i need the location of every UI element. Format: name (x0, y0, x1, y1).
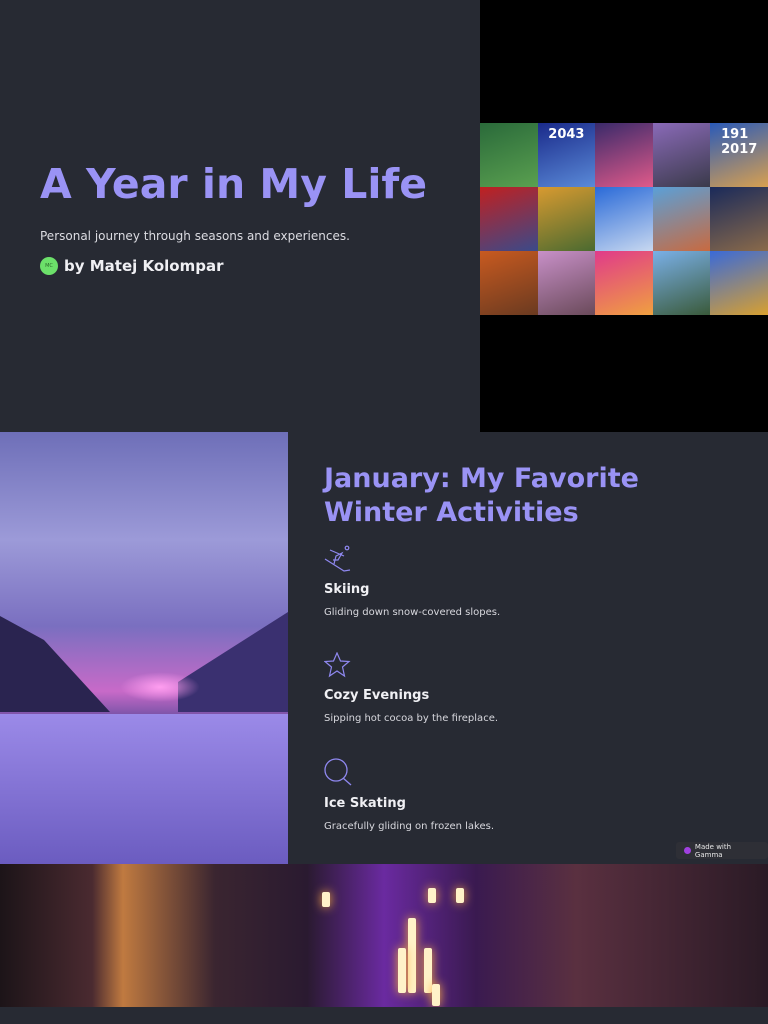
author: MC by Matej Kolompar (40, 257, 224, 275)
activity-title: Ice Skating (324, 796, 406, 811)
collage-photo (652, 251, 711, 315)
activity-title: Cozy Evenings (324, 688, 430, 703)
collage-photo (537, 187, 596, 251)
gamma-logo-icon (684, 847, 691, 854)
star-icon (324, 652, 351, 678)
activity-skiing: Skiing Gliding down snow-covered slopes. (324, 544, 500, 618)
collage-photo (595, 251, 653, 315)
made-with-gamma-badge[interactable]: Made with Gamma (676, 842, 768, 859)
collage-photo (652, 123, 711, 187)
collage-photo (595, 187, 653, 251)
winter-street-image (0, 432, 288, 864)
avatar: MC (40, 257, 58, 275)
subtitle: Personal journey through seasons and exp… (40, 229, 350, 243)
collage-photo (537, 251, 596, 315)
photo-collage-panel: 2043 191 2017 (480, 0, 768, 432)
collage-photo: 191 2017 (710, 123, 768, 187)
collage-photo (710, 187, 768, 251)
footer-strip (0, 1007, 768, 1024)
activity-title: Skiing (324, 582, 370, 597)
cover-slide: A Year in My Life Personal journey throu… (0, 0, 768, 432)
collage-photo (652, 187, 711, 251)
collage-photo (480, 187, 538, 251)
activity-cozy-evenings: Cozy Evenings Sipping hot cocoa by the f… (324, 652, 498, 724)
collage-photo: 2043 (537, 123, 596, 187)
author-name: by Matej Kolompar (64, 257, 224, 275)
collage-photo (480, 251, 538, 315)
collage-photo (595, 123, 653, 187)
activity-desc: Gliding down snow-covered slopes. (324, 607, 501, 618)
friends-dinner-image (0, 864, 768, 1007)
collage-photo (480, 123, 538, 187)
collage-photo (710, 251, 768, 315)
january-slide: January: My Favorite Winter Activities S… (0, 432, 768, 864)
activity-desc: Sipping hot cocoa by the fireplace. (324, 713, 499, 724)
activity-ice-skating: Ice Skating Gracefully gliding on frozen… (324, 758, 494, 832)
section-heading: January: My Favorite Winter Activities (324, 463, 639, 528)
activity-desc: Gracefully gliding on frozen lakes. (324, 821, 495, 832)
photo-collage: 2043 191 2017 (480, 123, 768, 315)
search-icon (324, 758, 352, 786)
page-title: A Year in My Life (40, 160, 428, 208)
photo-caption: 2043 (548, 127, 585, 142)
skiing-icon (324, 545, 351, 572)
badge-label: Made with Gamma (694, 842, 732, 859)
photo-caption: 191 2017 (721, 127, 758, 157)
